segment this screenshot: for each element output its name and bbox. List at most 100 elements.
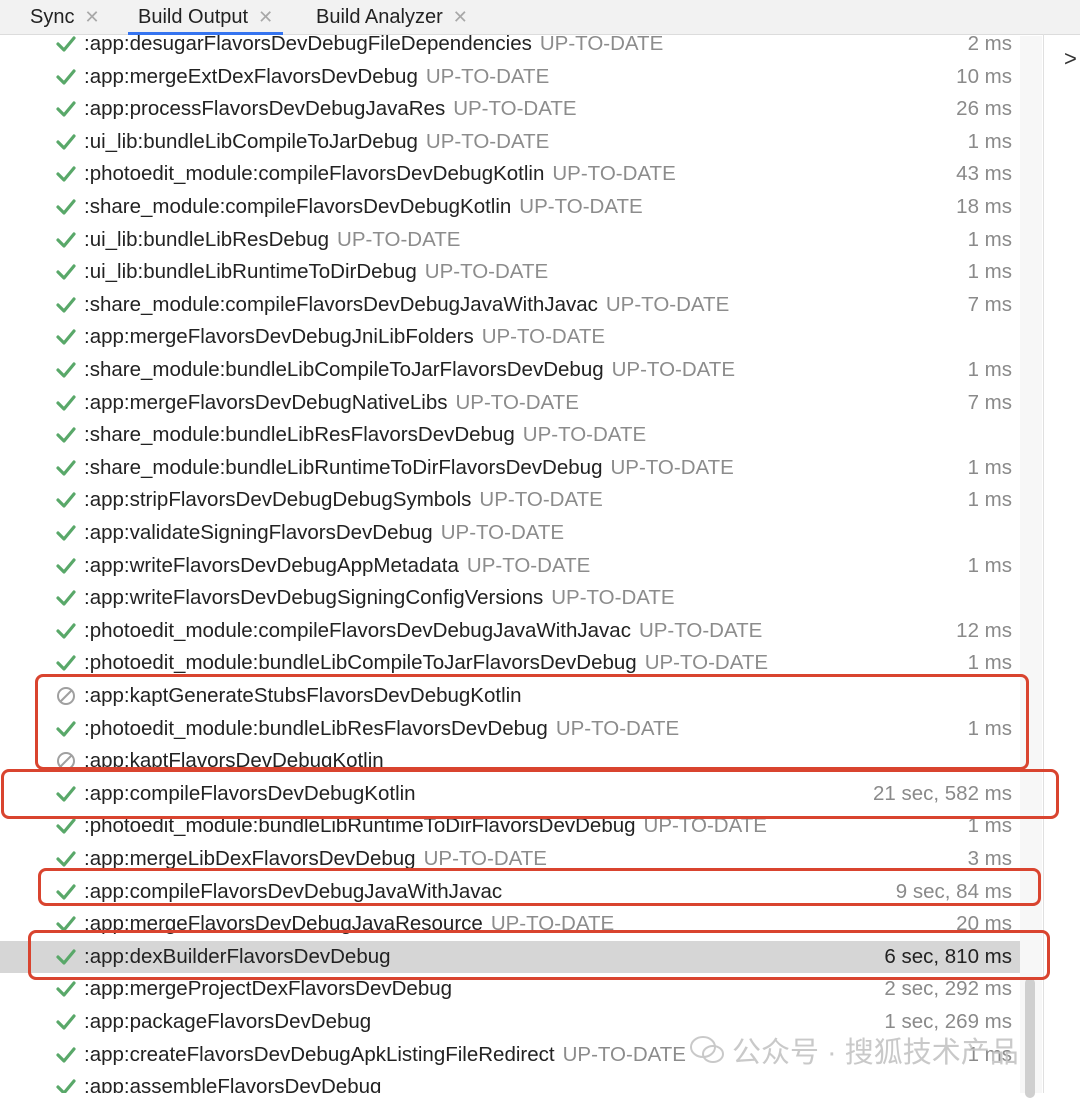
checkmark-icon: [55, 452, 77, 484]
task-row[interactable]: :app:mergeExtDexFlavorsDevDebug UP-TO-DAT…: [0, 61, 1020, 94]
task-row[interactable]: :app:desugarFlavorsDevDebugFileDependenc…: [0, 28, 1020, 61]
task-row[interactable]: :app:mergeFlavorsDevDebugJniLibFolders UP…: [0, 321, 1020, 354]
checkmark-icon: [55, 1006, 77, 1038]
up-to-date-label: UP-TO-DATE: [605, 292, 730, 316]
checkmark-icon: [55, 582, 77, 614]
up-to-date-label: UP-TO-DATE: [611, 358, 736, 381]
task-row[interactable]: :share_module:compileFlavorsDevDebugJava…: [0, 289, 1020, 322]
up-to-date-label: UP-TO-DATE: [466, 553, 591, 577]
task-row[interactable]: :app:mergeFlavorsDevDebugNativeLibs UP-TO…: [0, 387, 1020, 420]
up-to-date-label: UP-TO-DATE: [522, 423, 647, 447]
task-path: :share_module:compileFlavorsDevDebugJava…: [84, 292, 598, 316]
task-duration: 12 ms: [956, 618, 1012, 642]
task-name: :ui_lib:bundleLibResDebug UP-TO-DATE: [84, 224, 460, 257]
up-to-date-label: UP-TO-DATE: [481, 325, 606, 349]
task-path: :ui_lib:bundleLibRuntimeToDirDebug: [84, 260, 417, 284]
task-row[interactable]: :app:processFlavorsDevDebugJavaRes UP-TO-…: [0, 93, 1020, 126]
checkmark-icon: [55, 354, 77, 386]
task-path: :ui_lib:bundleLibCompileToJarDebug: [84, 129, 418, 153]
task-name: :app:writeFlavorsDevDebugSigningConfigVe…: [84, 582, 675, 615]
tab-label: Build Analyzer: [316, 5, 443, 28]
task-duration: 2 ms: [967, 32, 1012, 55]
task-path: :photoedit_module:compileFlavorsDevDebug…: [84, 162, 545, 186]
task-name: :app:createFlavorsDevDebugApkListingFile…: [84, 1039, 686, 1072]
task-path: :app:writeFlavorsDevDebugAppMetadata: [84, 553, 459, 577]
task-duration: 10 ms: [956, 64, 1012, 88]
task-row[interactable]: :ui_lib:bundleLibRuntimeToDirDebug UP-TO-…: [0, 256, 1020, 289]
checkmark-icon: [55, 1071, 77, 1093]
up-to-date-label: UP-TO-DATE: [479, 488, 603, 512]
up-to-date-label: UP-TO-DATE: [337, 227, 461, 251]
task-name: :app:processFlavorsDevDebugJavaRes UP-TO-…: [84, 93, 577, 126]
checkmark-icon: [55, 484, 77, 516]
task-row[interactable]: :photoedit_module:compileFlavorsDevDebug…: [0, 615, 1020, 648]
task-path: :app:mergeExtDexFlavorsDevDebug: [84, 64, 418, 88]
task-duration: 1 ms: [967, 488, 1012, 512]
task-row[interactable]: :app:validateSigningFlavorsDevDebug UP-TO…: [0, 517, 1020, 550]
tab-label: Sync: [30, 5, 75, 28]
checkmark-icon: [55, 289, 77, 321]
task-name: :app:desugarFlavorsDevDebugFileDependenc…: [84, 28, 663, 61]
checkmark-icon: [55, 517, 77, 549]
task-path: :app:writeFlavorsDevDebugSigningConfigVe…: [84, 586, 544, 610]
task-name: :app:validateSigningFlavorsDevDebug UP-TO…: [84, 517, 564, 550]
task-row[interactable]: :ui_lib:bundleLibResDebug UP-TO-DATE 1 ms: [0, 224, 1020, 257]
up-to-date-label: UP-TO-DATE: [423, 847, 547, 870]
checkmark-icon: [55, 615, 77, 647]
up-to-date-label: UP-TO-DATE: [425, 129, 550, 153]
checkmark-icon: [55, 126, 77, 158]
task-duration: 1 ms: [967, 358, 1012, 381]
task-path: :ui_lib:bundleLibResDebug: [84, 227, 330, 251]
task-path: :app:mergeProjectDexFlavorsDevDebug: [84, 977, 453, 1001]
watermark-text: 公众号 · 搜狐技术产品: [732, 1037, 1019, 1069]
close-icon[interactable]: ✕: [84, 7, 99, 28]
close-icon[interactable]: ✕: [258, 7, 273, 28]
task-name: :app:packageFlavorsDevDebug: [84, 1006, 371, 1039]
task-row[interactable]: :photoedit_module:compileFlavorsDevDebug…: [0, 158, 1020, 191]
up-to-date-label: UP-TO-DATE: [425, 64, 550, 88]
up-to-date-label: UP-TO-DATE: [644, 651, 769, 675]
watermark: 公众号 · 搜狐技术产品: [690, 1030, 1019, 1070]
task-row[interactable]: :share_module:bundleLibRuntimeToDirFlavo…: [0, 452, 1020, 485]
checkmark-icon: [55, 1039, 77, 1071]
task-duration: 18 ms: [956, 195, 1012, 218]
task-row[interactable]: :share_module:bundleLibCompileToJarFlavo…: [0, 354, 1020, 387]
task-name: :app:writeFlavorsDevDebugAppMetadata UP-T…: [84, 550, 590, 583]
up-to-date-label: UP-TO-DATE: [638, 618, 763, 642]
up-to-date-label: UP-TO-DATE: [552, 162, 676, 186]
task-path: :app:validateSigningFlavorsDevDebug: [84, 521, 433, 544]
checkmark-icon: [55, 387, 77, 419]
task-row[interactable]: :share_module:bundleLibResFlavorsDevDebu…: [0, 419, 1020, 452]
up-to-date-label: UP-TO-DATE: [424, 260, 549, 284]
task-duration: 1 ms: [967, 553, 1012, 577]
up-to-date-label: UP-TO-DATE: [455, 390, 579, 414]
checkmark-icon: [55, 158, 77, 190]
task-path: :share_module:bundleLibRuntimeToDirFlavo…: [84, 455, 603, 479]
task-name: :app:stripFlavorsDevDebugDebugSymbols UP-…: [84, 484, 603, 517]
task-path: :app:mergeLibDexFlavorsDevDebug: [84, 847, 416, 870]
task-name: :app:assembleFlavorsDevDebug: [84, 1071, 381, 1093]
task-path: :app:createFlavorsDevDebugApkListingFile…: [84, 1042, 555, 1066]
highlight-box-compile-kotlin: [1, 769, 1059, 819]
task-name: :app:mergeFlavorsDevDebugNativeLibs UP-TO…: [84, 387, 579, 420]
task-row[interactable]: :share_module:compileFlavorsDevDebugKotl…: [0, 191, 1020, 224]
up-to-date-label: UP-TO-DATE: [610, 455, 734, 479]
task-name: :ui_lib:bundleLibCompileToJarDebug UP-TO-…: [84, 126, 549, 159]
up-to-date-label: UP-TO-DATE: [519, 195, 643, 218]
task-row[interactable]: :app:assembleFlavorsDevDebug: [0, 1071, 1020, 1093]
task-row[interactable]: :app:writeFlavorsDevDebugSigningConfigVe…: [0, 582, 1020, 615]
task-row[interactable]: :app:stripFlavorsDevDebugDebugSymbols UP-…: [0, 484, 1020, 517]
expand-arrow-icon[interactable]: >: [1064, 46, 1077, 72]
task-path: :share_module:compileFlavorsDevDebugKotl…: [84, 195, 512, 218]
up-to-date-label: UP-TO-DATE: [539, 32, 664, 55]
task-row[interactable]: :ui_lib:bundleLibCompileToJarDebug UP-TO-…: [0, 126, 1020, 159]
task-name: :share_module:bundleLibResFlavorsDevDebu…: [84, 419, 646, 452]
scrollbar-thumb[interactable]: [1025, 978, 1035, 1098]
checkmark-icon: [55, 321, 77, 353]
up-to-date-label: UP-TO-DATE: [453, 97, 577, 121]
task-path: :app:mergeFlavorsDevDebugNativeLibs: [84, 390, 448, 414]
task-row[interactable]: :app:writeFlavorsDevDebugAppMetadata UP-T…: [0, 550, 1020, 583]
highlight-box-kapt: [35, 674, 1029, 770]
task-name: :app:mergeFlavorsDevDebugJniLibFolders UP…: [84, 321, 605, 354]
close-icon[interactable]: ✕: [453, 7, 468, 28]
